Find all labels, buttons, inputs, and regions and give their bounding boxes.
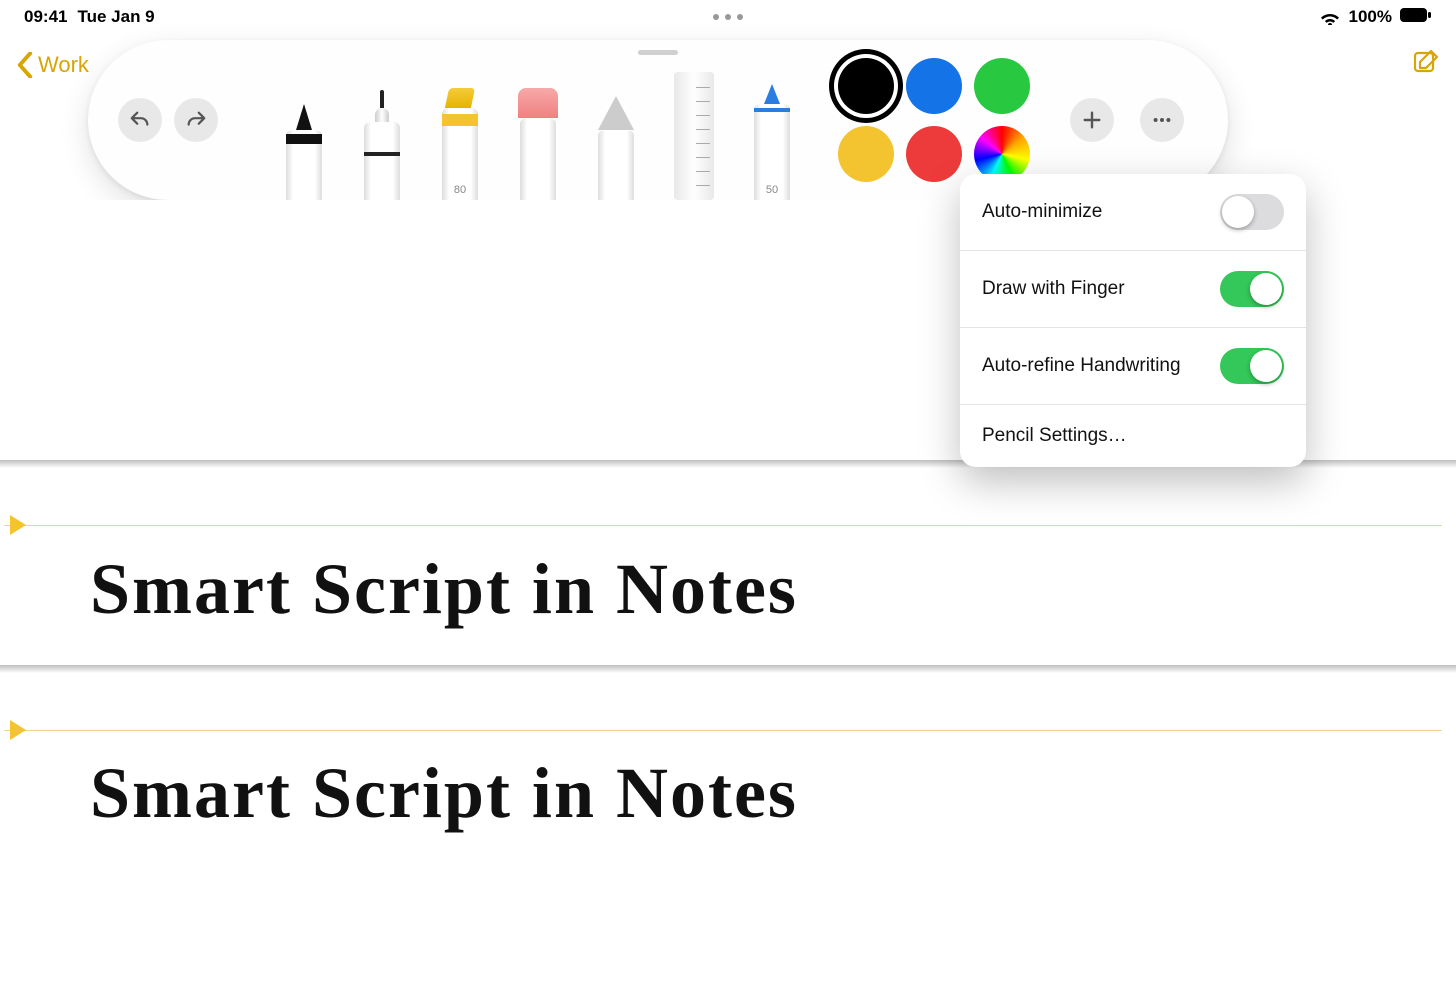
popover-label: Draw with Finger — [982, 278, 1125, 300]
handwriting-sample-1: Smart Script in Notes — [90, 548, 798, 631]
wifi-icon — [1319, 9, 1341, 25]
popover-row-auto-refine: Auto-refine Handwriting — [960, 328, 1306, 405]
battery-icon — [1400, 7, 1432, 28]
status-time: 09:41 — [24, 7, 67, 27]
more-popover: Auto-minimize Draw with Finger Auto-refi… — [960, 174, 1306, 467]
status-bar: 09:41 Tue Jan 9 100% — [0, 0, 1456, 34]
guide-line — [4, 525, 1442, 526]
pen-tool[interactable] — [278, 65, 330, 200]
popover-row-pencil-settings[interactable]: Pencil Settings… — [960, 405, 1306, 467]
color-blue[interactable] — [906, 58, 962, 114]
toggle-auto-refine[interactable] — [1220, 348, 1284, 384]
undo-button[interactable] — [118, 98, 162, 142]
highlighter-value: 80 — [442, 184, 478, 196]
compose-icon — [1412, 48, 1440, 76]
ruler-tool[interactable] — [668, 65, 720, 200]
color-swatches — [838, 58, 1030, 182]
add-button[interactable] — [1070, 98, 1114, 142]
color-green[interactable] — [974, 58, 1030, 114]
back-button[interactable]: Work — [16, 52, 89, 78]
undo-icon — [129, 109, 151, 131]
popover-label: Auto-minimize — [982, 201, 1102, 223]
eraser-tool[interactable] — [512, 65, 564, 200]
guide-arrow-icon[interactable] — [10, 515, 26, 535]
guide-arrow-icon[interactable] — [10, 720, 26, 740]
plus-icon — [1081, 109, 1103, 131]
handwriting-sample-2: Smart Script in Notes — [90, 752, 798, 835]
toggle-auto-minimize[interactable] — [1220, 194, 1284, 230]
status-date: Tue Jan 9 — [77, 7, 154, 27]
popover-row-auto-minimize: Auto-minimize — [960, 174, 1306, 251]
color-red[interactable] — [906, 126, 962, 182]
guide-line — [4, 730, 1442, 731]
color-yellow[interactable] — [838, 126, 894, 182]
toggle-draw-finger[interactable] — [1220, 271, 1284, 307]
pencil-tool[interactable]: 50 — [746, 65, 798, 200]
pencil-value: 50 — [754, 184, 790, 196]
compose-button[interactable] — [1412, 48, 1440, 81]
lasso-tool[interactable] — [590, 65, 642, 200]
battery-percent: 100% — [1349, 7, 1392, 27]
popover-label: Auto-refine Handwriting — [982, 355, 1181, 377]
more-button[interactable] — [1140, 98, 1184, 142]
color-black[interactable] — [838, 58, 894, 114]
ellipsis-icon — [1151, 109, 1173, 131]
back-label: Work — [38, 52, 89, 78]
chevron-left-icon — [16, 52, 34, 78]
marker-tool[interactable] — [356, 65, 408, 200]
popover-label: Pencil Settings… — [982, 425, 1127, 447]
redo-button[interactable] — [174, 98, 218, 142]
highlighter-tool[interactable]: 80 — [434, 65, 486, 200]
multitask-dots[interactable] — [713, 14, 743, 20]
redo-icon — [185, 109, 207, 131]
popover-row-draw-finger: Draw with Finger — [960, 251, 1306, 328]
